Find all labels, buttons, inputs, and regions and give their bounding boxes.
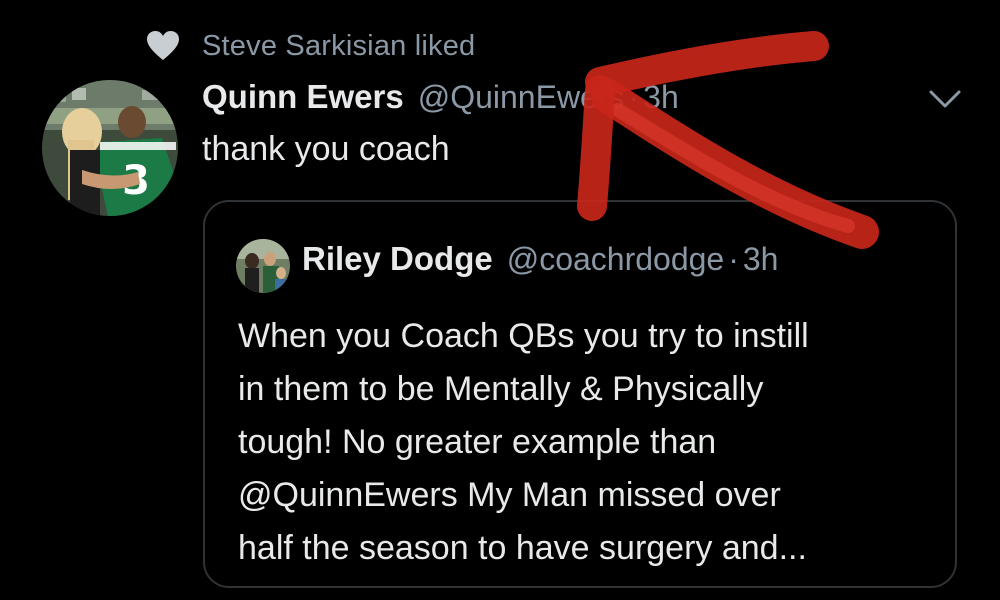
- quoted-author-avatar[interactable]: [236, 239, 290, 293]
- separator-dot: ·: [628, 79, 640, 115]
- author-display-name[interactable]: Quinn Ewers: [202, 78, 404, 116]
- author-handle[interactable]: @QuinnEwers: [418, 79, 625, 116]
- separator-dot: ·: [728, 241, 739, 277]
- quoted-tweet-line: in them to be Mentally & Physically: [238, 370, 764, 408]
- quoted-author-display-name[interactable]: Riley Dodge: [302, 240, 493, 278]
- quoted-tweet-header: Riley Dodge @coachrdodge · 3h: [302, 240, 778, 278]
- tweet-screenshot: Steve Sarkisian liked 3 Quinn Ewer: [0, 0, 1000, 600]
- quoted-tweet-line: tough! No greater example than: [238, 423, 717, 461]
- heart-icon: [146, 30, 180, 62]
- tweet-header: Quinn Ewers @QuinnEwers · 3h: [202, 78, 679, 122]
- quoted-tweet-text: When you Coach QBs you try to instill in…: [238, 310, 938, 575]
- quoted-tweet-line: half the season to have surgery and...: [238, 529, 807, 567]
- quoted-tweet-card[interactable]: Riley Dodge @coachrdodge · 3h When you C…: [203, 200, 957, 588]
- tweet-timestamp[interactable]: 3h: [643, 79, 679, 116]
- tweet-text: thank you coach: [202, 130, 450, 168]
- social-context: Steve Sarkisian liked: [146, 28, 475, 64]
- social-context-text[interactable]: Steve Sarkisian liked: [202, 30, 475, 63]
- quoted-author-handle[interactable]: @coachrdodge: [507, 241, 725, 278]
- quoted-tweet-line: When you Coach QBs you try to instill: [238, 317, 809, 355]
- chevron-down-icon[interactable]: [925, 86, 965, 112]
- quoted-tweet-line: @QuinnEwers My Man missed over: [238, 476, 781, 514]
- author-avatar[interactable]: 3: [42, 80, 178, 216]
- quoted-tweet-timestamp[interactable]: 3h: [743, 241, 779, 278]
